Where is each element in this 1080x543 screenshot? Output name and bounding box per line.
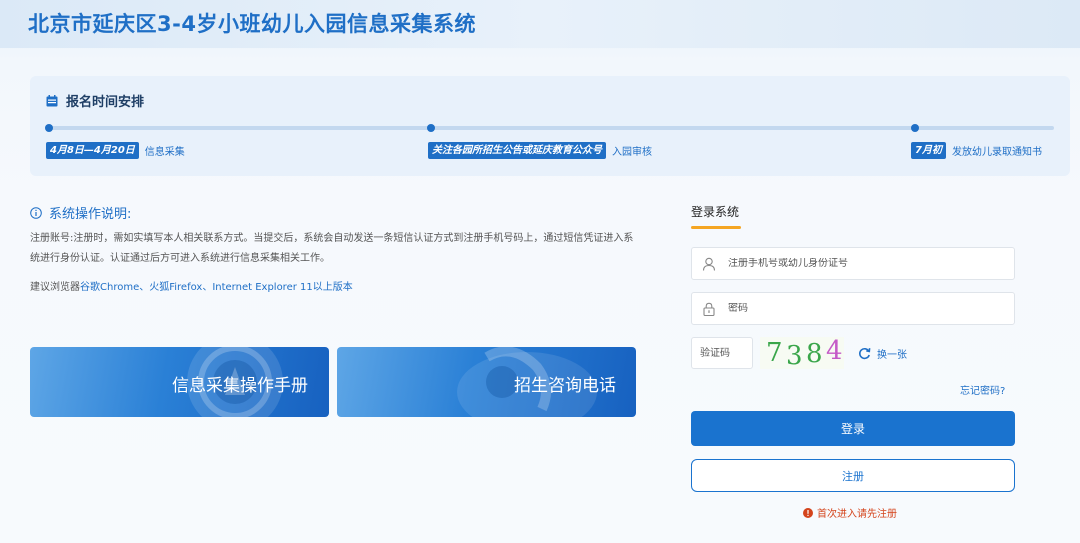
step-date-badge: 关注各园所招生公告或延庆教育公众号 xyxy=(428,142,606,159)
hotline-banner-button[interactable]: 招生咨询电话 xyxy=(337,347,636,417)
notice-text: 首次进入请先注册 xyxy=(817,509,897,520)
instructions-header: 系统操作说明: xyxy=(30,203,131,222)
login-button[interactable]: 登录 xyxy=(691,411,1015,446)
timeline-dot xyxy=(911,124,919,132)
browser-list: 谷歌Chrome、火狐Firefox、Internet Explorer 11以… xyxy=(80,282,353,293)
lock-icon xyxy=(703,302,715,316)
site-title: 北京市延庆区3-4岁小班幼儿入园信息采集系统 xyxy=(28,12,476,36)
login-tab-underline xyxy=(691,226,741,229)
timeline-step-1: 4月8日—4月20日 信息采集 xyxy=(46,142,185,159)
browser-recommendation: 建议浏览器谷歌Chrome、火狐Firefox、Internet Explore… xyxy=(30,278,353,293)
instructions-text: 注册账号:注册时，需如实填写本人相关联系方式。当提交后，系统会自动发送一条短信认… xyxy=(30,233,634,264)
schedule-header: 报名时间安排 xyxy=(46,91,144,110)
captcha-input[interactable] xyxy=(692,338,752,368)
register-notice: 首次进入请先注册 xyxy=(803,505,897,520)
refresh-captcha-button[interactable]: 换一张 xyxy=(858,346,907,361)
captcha-char: 7 xyxy=(766,338,783,368)
refresh-icon xyxy=(859,347,871,360)
step-date-badge: 7月初 xyxy=(911,142,946,159)
step-label: 发放幼儿录取通知书 xyxy=(951,147,1042,158)
login-tab[interactable]: 登录系统 xyxy=(691,203,739,220)
captcha-char: 4 xyxy=(826,336,843,366)
captcha-image[interactable]: 7 3 8 4 xyxy=(760,336,844,371)
hotline-banner-label: 招生咨询电话 xyxy=(514,376,616,396)
timeline-step-2: 关注各园所招生公告或延庆教育公众号 入园审核 xyxy=(428,142,652,159)
header-bar: 北京市延庆区3-4岁小班幼儿入园信息采集系统 xyxy=(0,0,1080,48)
info-icon xyxy=(30,206,42,219)
timeline-track xyxy=(48,126,1054,130)
captcha-char: 8 xyxy=(806,339,823,369)
register-button[interactable]: 注册 xyxy=(691,459,1015,492)
instructions-title: 系统操作说明: xyxy=(49,207,132,222)
step-label: 入园审核 xyxy=(612,147,652,158)
password-field[interactable] xyxy=(691,292,1015,325)
manual-banner-label: 信息采集操作手册 xyxy=(172,376,308,396)
step-date-badge: 4月8日—4月20日 xyxy=(46,142,139,159)
password-input[interactable] xyxy=(728,303,988,314)
step-label: 信息采集 xyxy=(144,147,185,158)
username-field[interactable] xyxy=(691,247,1015,280)
schedule-title: 报名时间安排 xyxy=(66,95,145,110)
calendar-icon xyxy=(46,94,58,106)
timeline-dot xyxy=(427,124,435,132)
refresh-label: 换一张 xyxy=(877,350,907,361)
user-icon xyxy=(702,257,716,271)
captcha-field[interactable] xyxy=(691,337,753,369)
manual-banner-button[interactable]: 信息采集操作手册 xyxy=(30,347,329,417)
alert-icon xyxy=(803,507,813,518)
captcha-char: 3 xyxy=(786,341,803,371)
schedule-panel: 报名时间安排 4月8日—4月20日 信息采集 关注各园所招生公告或延庆教育公众号… xyxy=(30,76,1070,176)
timeline-step-3: 7月初 发放幼儿录取通知书 xyxy=(911,142,1042,159)
timeline-dot xyxy=(45,124,53,132)
browser-prefix: 建议浏览器 xyxy=(30,282,80,293)
forgot-password-link[interactable]: 忘记密码? xyxy=(960,382,1005,397)
username-input[interactable] xyxy=(728,258,988,269)
